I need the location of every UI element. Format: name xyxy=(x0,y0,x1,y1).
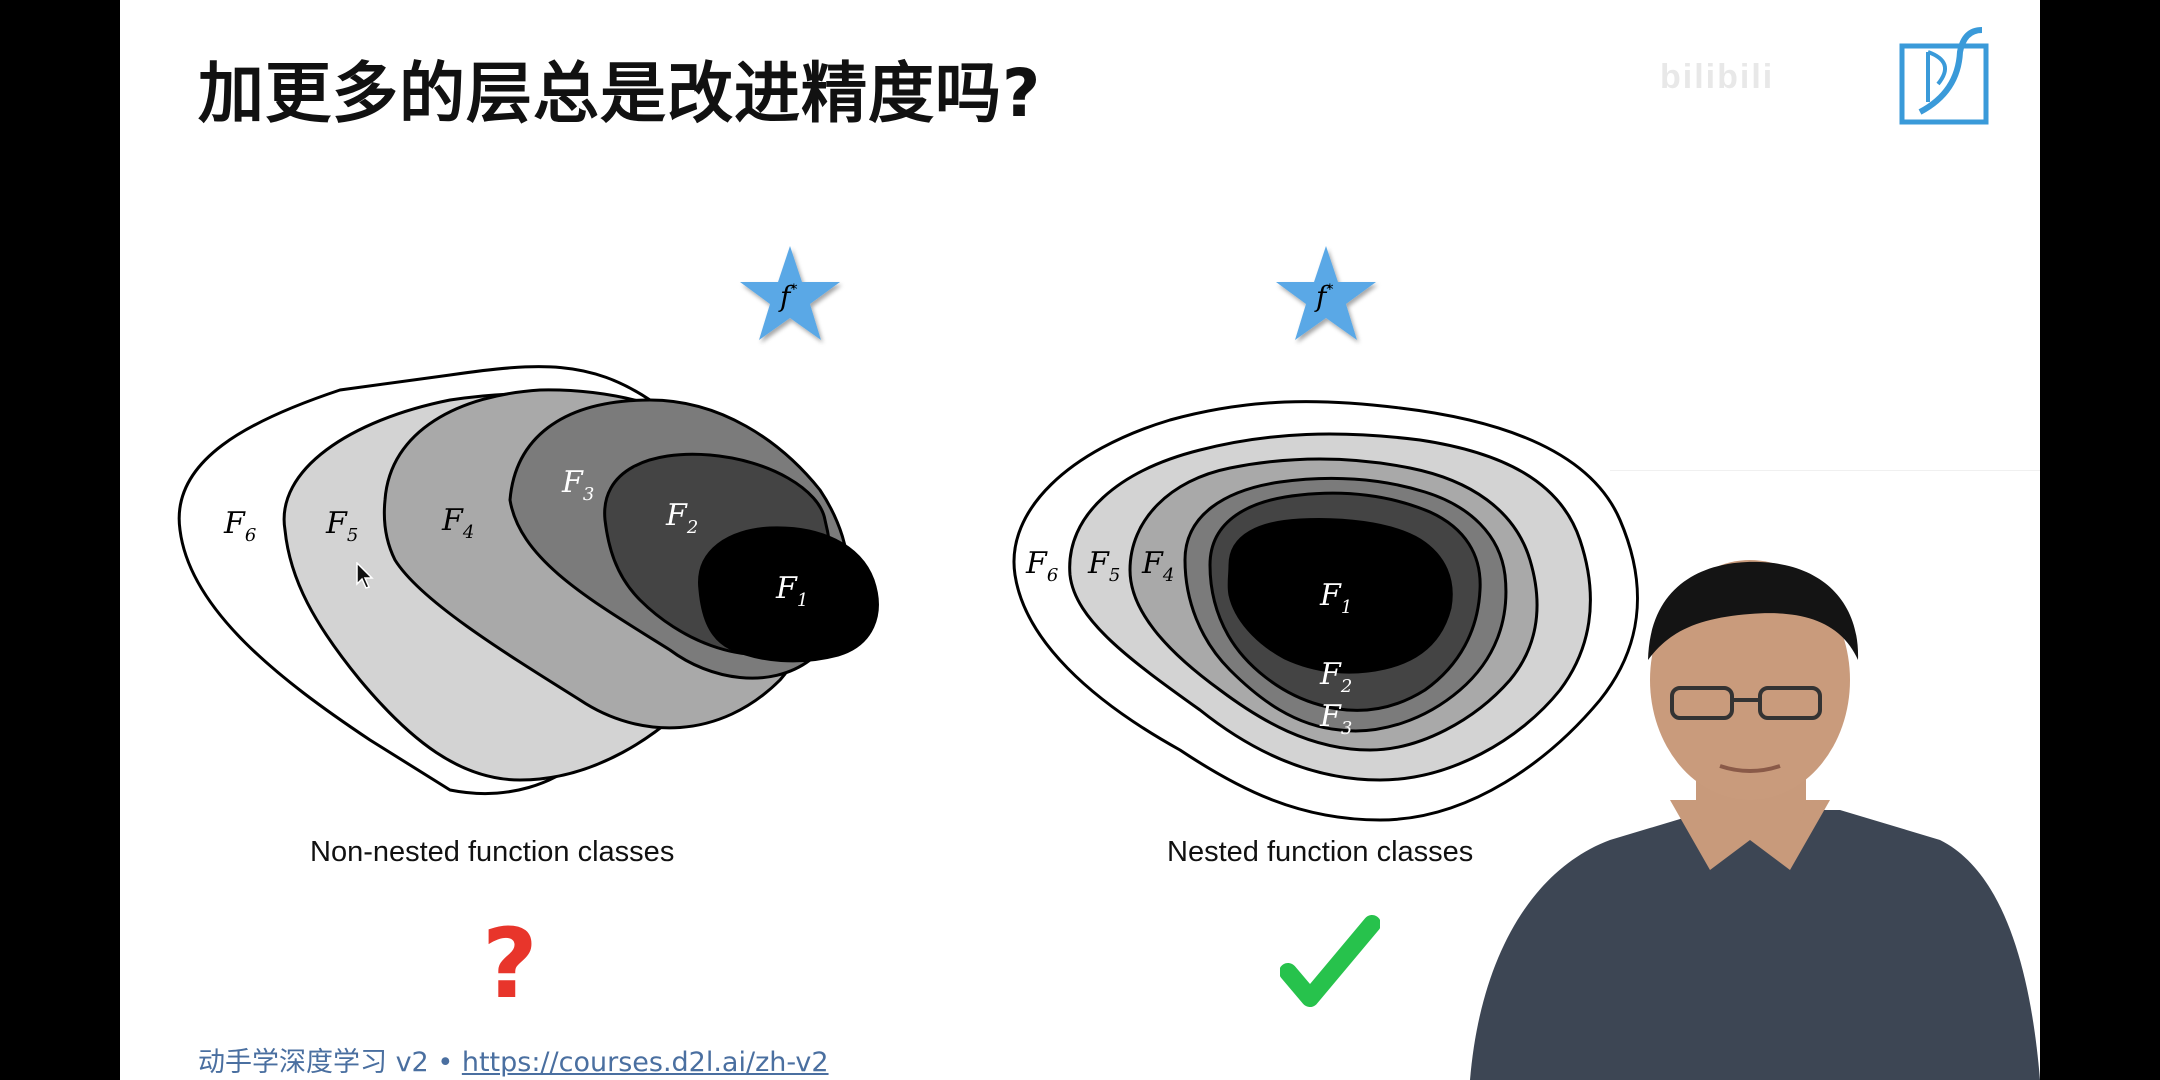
divider xyxy=(1610,470,2040,471)
non-nested-diagram xyxy=(177,365,879,795)
footer: 动手学深度学习 v2 • https://courses.d2l.ai/zh-v… xyxy=(198,1040,829,1079)
caption-non-nested: Non-nested function classes xyxy=(310,836,675,868)
presenter-video xyxy=(1470,560,2040,1080)
question-mark-icon: ? xyxy=(482,908,538,1020)
footer-text: 动手学深度学习 v2 • xyxy=(198,1047,462,1078)
slide: 加更多的层总是改进精度吗? bilibili F6 F5 F4 F3 F2 F1 xyxy=(120,0,2040,1080)
checkmark-icon xyxy=(1280,915,1380,1007)
course-link[interactable]: https://courses.d2l.ai/zh-v2 xyxy=(462,1047,829,1078)
letterbox-right xyxy=(2040,0,2160,1080)
mouse-cursor-icon xyxy=(356,562,374,589)
letterbox-left xyxy=(0,0,120,1080)
